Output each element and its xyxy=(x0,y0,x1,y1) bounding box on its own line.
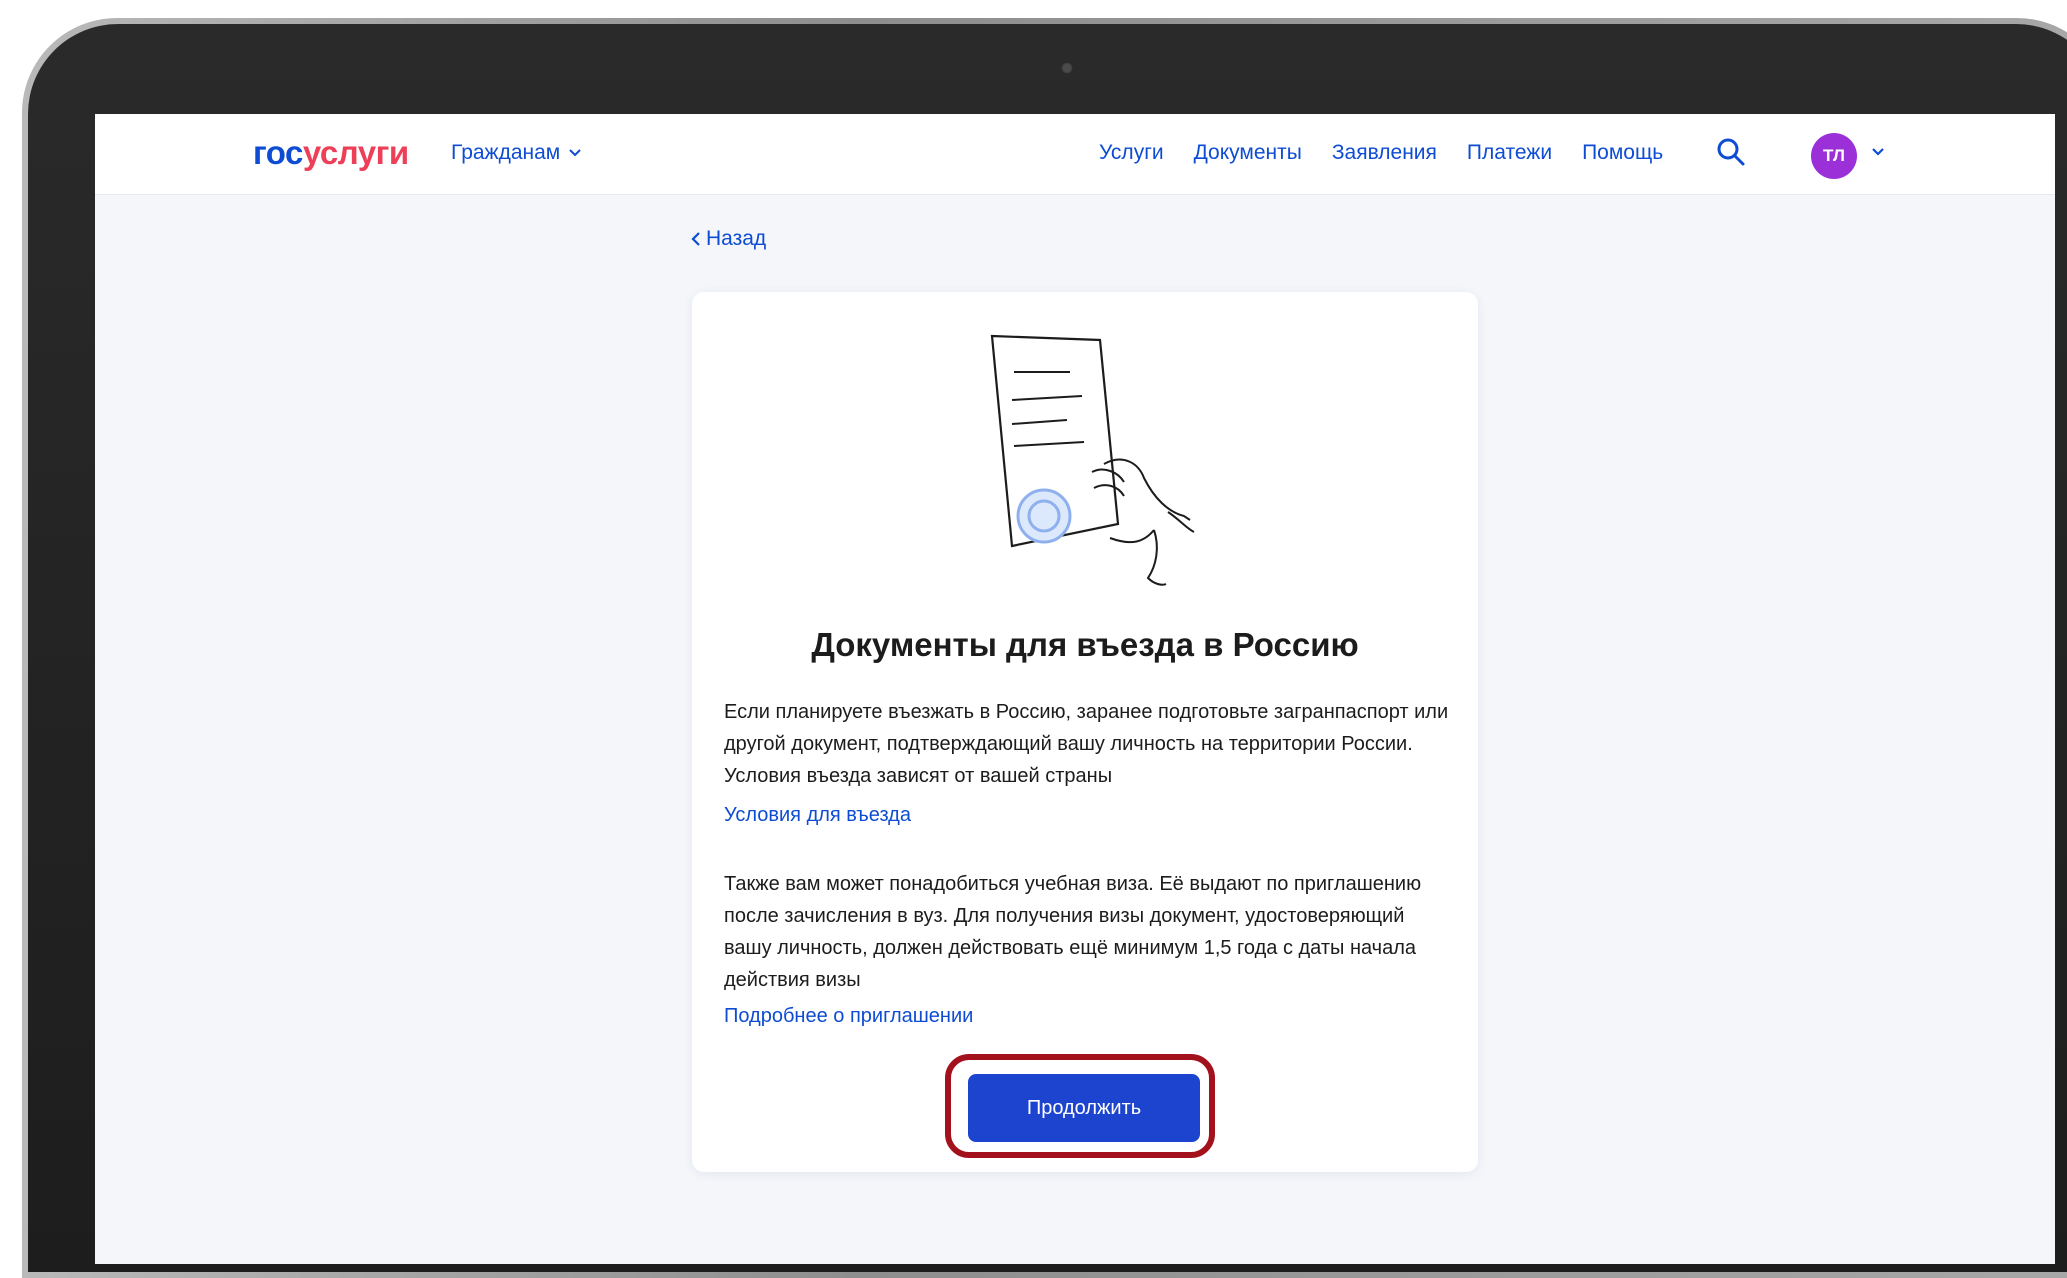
invitation-details-link[interactable]: Подробнее о приглашении xyxy=(724,1005,973,1028)
back-label: Назад xyxy=(706,227,767,250)
card-title: Документы для въезда в Россию xyxy=(811,626,1359,663)
site-header: госуслуги Гражданам Услуги Документы Зая… xyxy=(95,114,2055,195)
nav-item-help[interactable]: Помощь xyxy=(1582,141,1663,165)
main-nav: Услуги Документы Заявления Платежи Помощ… xyxy=(1099,141,1663,165)
gosuslugi-logo[interactable]: госуслуги xyxy=(253,134,409,172)
search-icon[interactable] xyxy=(1715,136,1747,168)
chevron-down-icon xyxy=(569,149,581,157)
nav-item-applications[interactable]: Заявления xyxy=(1332,141,1437,165)
webcam-dot xyxy=(1061,62,1073,74)
chevron-down-icon[interactable] xyxy=(1870,144,1886,160)
back-link[interactable]: Назад xyxy=(690,227,766,251)
logo-part-gos: гос xyxy=(253,134,303,171)
nav-item-services[interactable]: Услуги xyxy=(1099,141,1164,165)
info-card: Документы для въезда в Россию Если плани… xyxy=(692,292,1478,1172)
chevron-left-icon xyxy=(691,232,700,246)
nav-item-documents[interactable]: Документы xyxy=(1194,141,1302,165)
continue-button[interactable]: Продолжить xyxy=(968,1074,1200,1142)
citizens-menu[interactable]: Гражданам xyxy=(451,141,582,165)
visa-info-paragraph: Также вам может понадобиться учебная виз… xyxy=(724,873,1422,991)
laptop-bezel: госуслуги Гражданам Услуги Документы Зая… xyxy=(28,24,2067,1272)
browser-screen: госуслуги Гражданам Услуги Документы Зая… xyxy=(95,114,2055,1264)
entry-conditions-link[interactable]: Условия для въезда xyxy=(724,804,911,827)
document-in-hand-illustration xyxy=(990,334,1195,586)
citizens-label: Гражданам xyxy=(451,141,561,164)
nav-item-payments[interactable]: Платежи xyxy=(1467,141,1552,165)
logo-part-uslugi: услуги xyxy=(302,134,409,171)
user-avatar[interactable]: ТЛ xyxy=(1811,133,1857,179)
laptop-frame: госуслуги Гражданам Услуги Документы Зая… xyxy=(22,18,2067,1278)
entry-info-paragraph: Если планируете въезжать в Россию, заран… xyxy=(724,701,1449,787)
